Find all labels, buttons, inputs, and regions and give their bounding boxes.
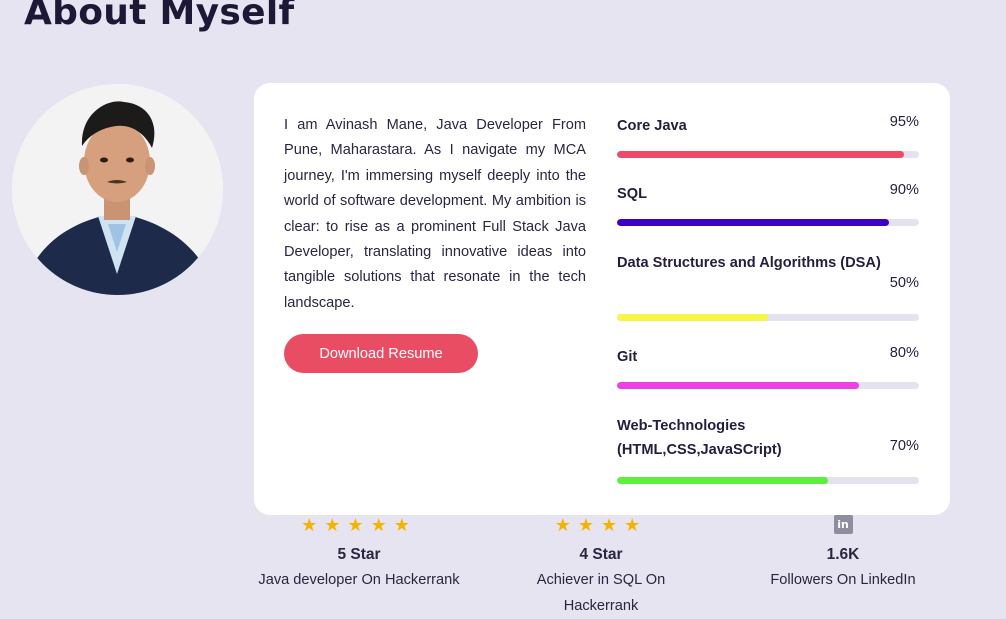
download-resume-button[interactable]: Download Resume [284,334,478,373]
stat-value: 5 Star [337,546,381,563]
skill-percent: 80% [889,345,919,361]
skill-name: SQL [617,186,647,202]
skill-percent: 70% [889,438,919,454]
bio-text: I am Avinash Mane, Java Developer From P… [284,117,586,311]
skill-progress-fill [617,477,829,484]
skill-progress-bar [617,151,919,158]
skill-progress-bar [617,477,919,484]
stat-java-hackerrank: ★★★★★ 5 Star Java developer On Hackerran… [248,515,470,593]
skill-progress-bar [617,314,919,321]
profile-photo-illustration [12,84,223,295]
about-card: I am Avinash Mane, Java Developer From P… [254,83,950,515]
skill-progress-fill [617,382,859,389]
stat-sql-hackerrank: ★★★★ 4 Star Achiever in SQL On Hackerran… [520,515,682,619]
skill-name: Data Structures and Algorithms (DSA) [617,255,881,271]
skill-progress-bar [617,382,919,389]
profile-photo [12,84,223,295]
linkedin-icon[interactable]: in [833,515,853,534]
skill-name: Git [617,349,638,365]
skill-percent: 90% [889,182,919,198]
skill-percent: 95% [889,114,919,130]
skill-name: Core Java [617,118,687,134]
star-icon: ★★★★ [554,515,648,535]
section-title: About Myself [24,0,295,33]
skill-progress-fill [617,151,904,158]
skill-progress-bar [617,219,919,226]
stat-label: Followers On LinkedIn [770,572,916,588]
stat-linkedin: in 1.6K Followers On LinkedIn [758,515,928,593]
stat-value: 4 Star [579,546,623,563]
skill-progress-fill [617,219,889,226]
stat-label: Java developer On Hackerrank [258,572,460,588]
skill-progress-fill [617,314,768,321]
stat-label: Achiever in SQL On Hackerrank [536,572,666,614]
skill-percent: 50% [889,275,919,291]
star-icon: ★★★★★ [301,515,417,535]
skill-name: Web-Technologies (HTML,CSS,JavaSCript) [617,418,782,458]
stat-value: 1.6K [826,546,860,563]
